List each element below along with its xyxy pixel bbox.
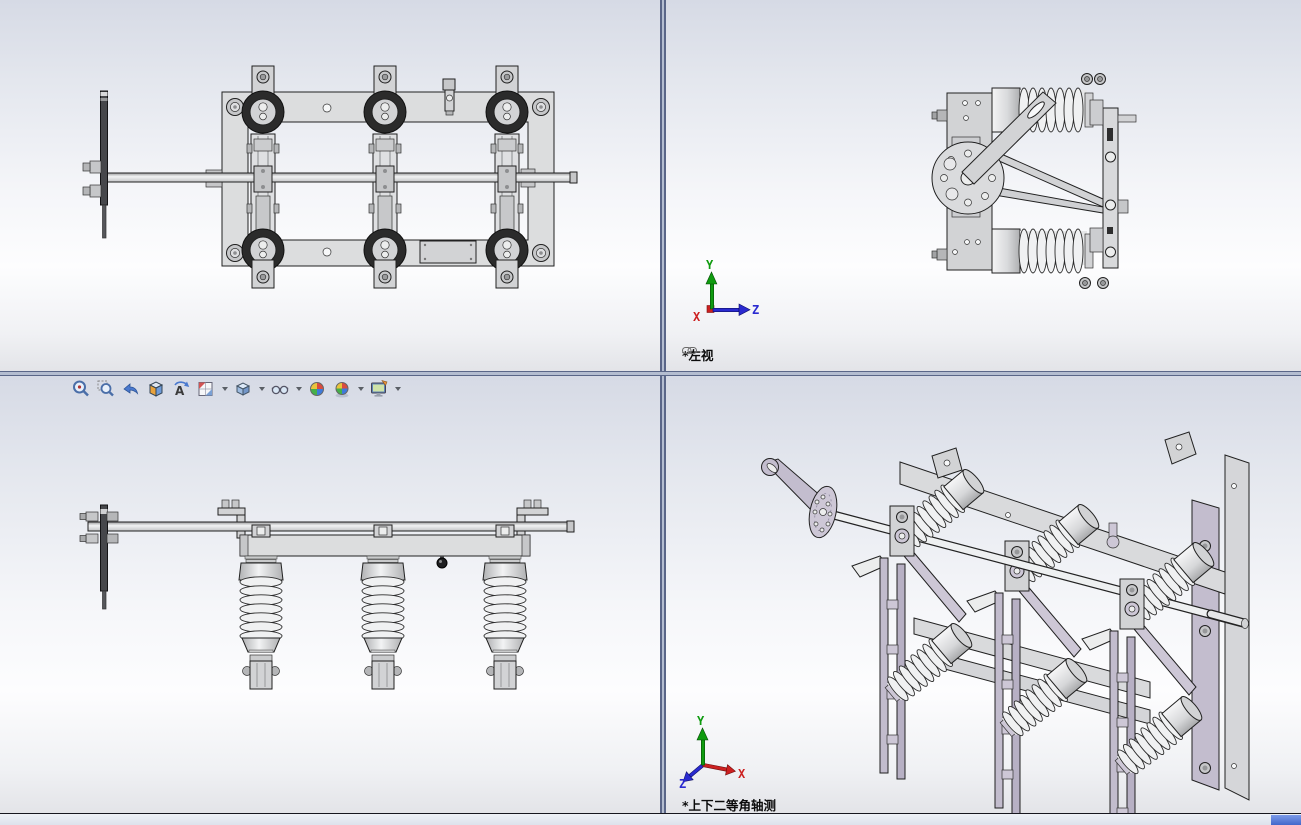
left-view-bottom-insulator: [992, 229, 1093, 273]
hide-show-items-button[interactable]: [269, 379, 291, 400]
zoom-to-fit-button[interactable]: [70, 379, 92, 400]
edit-appearance-button[interactable]: [306, 379, 328, 400]
display-style-button[interactable]: [232, 379, 254, 400]
dynamic-annotation-views-icon: A: [171, 379, 191, 399]
apply-scene-dropdown[interactable]: [356, 379, 365, 400]
viewport-splitter-vertical[interactable]: [660, 0, 666, 813]
bottom-view-lever: [80, 505, 118, 609]
svg-text:A: A: [175, 384, 185, 398]
triad-z-label: Z: [752, 303, 759, 317]
orientation-triad: Y X Z: [679, 714, 746, 791]
hide-show-items-dropdown[interactable]: [294, 379, 303, 400]
viewport-orientation-label: *左视: [682, 345, 714, 364]
apply-scene-icon: [332, 379, 352, 399]
view-orientation-dropdown[interactable]: [220, 379, 229, 400]
window-bottom-border: [0, 813, 1301, 825]
resize-corner-accent[interactable]: [1271, 815, 1301, 825]
bottom-view-drawing: [0, 376, 660, 813]
section-view-button[interactable]: [145, 379, 167, 400]
previous-view-icon: [121, 379, 141, 399]
view-orientation-icon: [196, 379, 216, 399]
front-operating-lever: [83, 91, 108, 238]
viewport-orientation-label: *上下二等角轴测: [682, 795, 776, 813]
display-style-dropdown[interactable]: [257, 379, 266, 400]
previous-view-button[interactable]: [120, 379, 142, 400]
left-view-drawing: Y Z X: [666, 0, 1301, 371]
zoom-to-fit-icon: [71, 379, 91, 399]
viewport-front-view[interactable]: [0, 0, 660, 371]
solidworks-multi-viewport-canvas: Y Z X *左视: [0, 0, 1301, 825]
linked-views-icon: [682, 345, 697, 356]
dynamic-annotation-views-button[interactable]: A: [170, 379, 192, 400]
viewport-bottom-view[interactable]: [0, 376, 660, 813]
bottom-view-insulators: [239, 556, 527, 689]
section-view-icon: [146, 379, 166, 399]
front-view-drawing: [0, 0, 660, 371]
triad-y-label: Y: [706, 258, 714, 272]
view-orientation-button[interactable]: [195, 379, 217, 400]
display-style-icon: [233, 379, 253, 399]
viewport-dimetric-view[interactable]: Y X Z *上下二等角轴测: [666, 376, 1301, 813]
apply-scene-button[interactable]: [331, 379, 353, 400]
zoom-to-area-icon: [96, 379, 116, 399]
triad-x-label: X: [738, 767, 746, 781]
view-settings-icon: [369, 379, 389, 399]
hide-show-items-icon: [270, 379, 290, 399]
zoom-to-area-button[interactable]: [95, 379, 117, 400]
edit-appearance-icon: [307, 379, 327, 399]
view-settings-dropdown[interactable]: [393, 379, 402, 400]
dimetric-view-label-text: *上下二等角轴测: [682, 795, 776, 813]
viewport-splitter-horizontal[interactable]: [0, 371, 1301, 376]
view-settings-button[interactable]: [368, 379, 390, 400]
heads-up-view-toolbar: A: [70, 378, 402, 400]
left-view-links: [988, 149, 1103, 213]
triad-z-label: Z: [679, 777, 686, 791]
viewport-left-view[interactable]: Y Z X *左视: [666, 0, 1301, 371]
front-top-clevis: [443, 79, 455, 115]
dimetric-crank-and-lever: [762, 459, 842, 541]
dimetric-view-drawing: Y X Z: [666, 376, 1301, 813]
orientation-triad: Y Z X: [693, 258, 759, 324]
triad-y-label: Y: [697, 714, 705, 728]
triad-x-label: X: [693, 310, 701, 324]
